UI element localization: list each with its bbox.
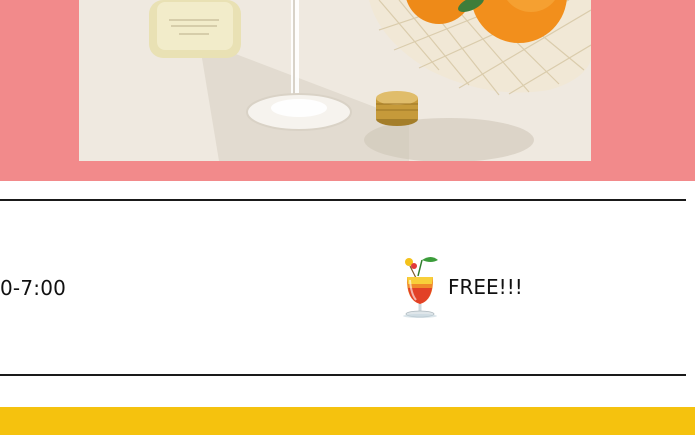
promo-banner [0,0,695,181]
page: 0-7:00 FREE!!! [0,0,695,435]
event-time: 0-7:00 [0,276,67,300]
offer-text: FREE!!! [448,275,523,299]
event-row-bottom-divider [0,374,686,376]
tropical-drink-icon [400,254,440,320]
yellow-footer-band [0,407,695,435]
wine-and-oranges-photo [79,0,591,161]
event-row-top-divider [0,199,686,201]
